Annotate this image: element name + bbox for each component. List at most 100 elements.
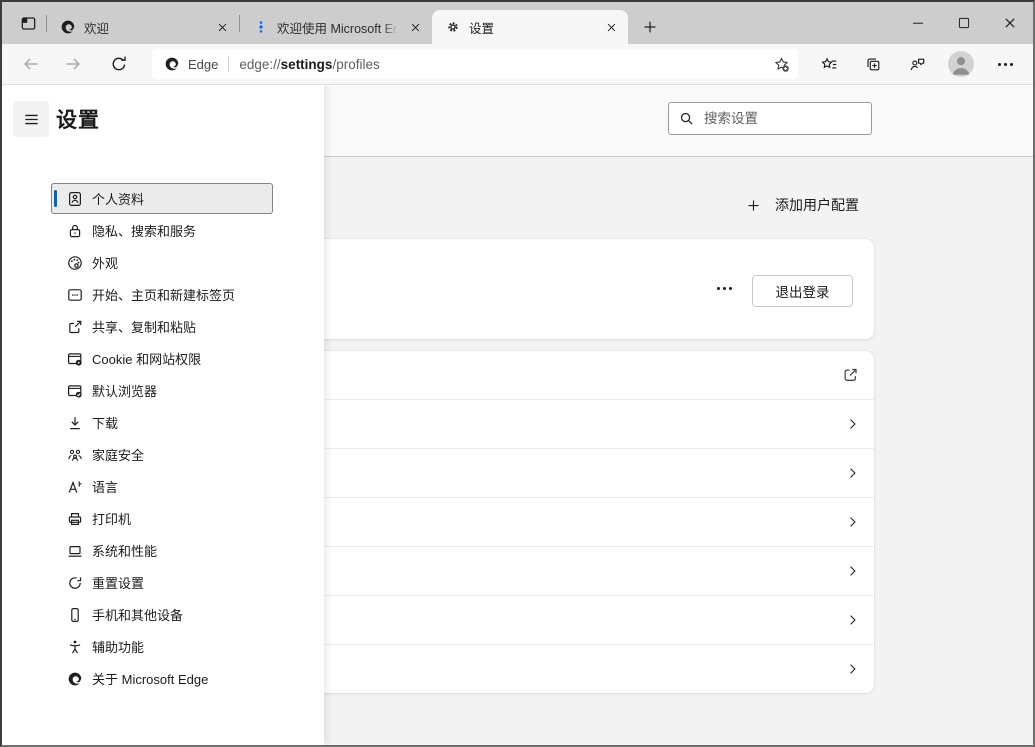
browser-window: 欢迎 欢迎使用 Microsoft Edg 设置 [0, 0, 1035, 747]
blue-dots-icon [253, 19, 269, 35]
collections-button[interactable] [860, 51, 886, 77]
url-text: edge://settings/profiles [239, 57, 764, 72]
tab-title: 欢迎使用 Microsoft Edg [277, 18, 398, 37]
minimize-button[interactable] [895, 2, 941, 44]
settings-search-box[interactable] [668, 102, 872, 135]
favorites-star-icon [821, 56, 838, 73]
search-input[interactable] [704, 111, 881, 126]
settings-menu-button[interactable] [992, 51, 1018, 77]
add-favorite-button[interactable] [764, 49, 798, 79]
printer-icon [67, 511, 83, 527]
sidebar-item-family[interactable]: 家庭安全 [51, 439, 273, 470]
add-profile-label: 添加用户配置 [775, 195, 859, 215]
sidebar-item-profiles[interactable]: 个人资料 [51, 183, 273, 214]
person-chat-icon [909, 56, 926, 73]
settings-row[interactable] [242, 546, 874, 595]
refresh-icon [109, 54, 129, 74]
page-title: 设置 [56, 104, 100, 134]
family-icon [67, 447, 83, 463]
sidebar-item-accessibility[interactable]: 辅助功能 [51, 631, 273, 662]
close-window-button[interactable] [987, 2, 1033, 44]
toolbar-actions [816, 51, 1018, 77]
settings-sidebar: 设置 个人资料 隐私、搜索和服务 外观 开始、主页和新 [2, 85, 324, 745]
search-icon [679, 111, 694, 126]
settings-nav: 个人资料 隐私、搜索和服务 外观 开始、主页和新建标签页 共享、复制和粘贴 [51, 183, 273, 695]
sidebar-item-privacy[interactable]: 隐私、搜索和服务 [51, 215, 273, 246]
sidebar-item-cookies[interactable]: Cookie 和网站权限 [51, 343, 273, 374]
menu-button[interactable] [13, 101, 49, 137]
edge-logo-icon [60, 19, 76, 35]
favorites-button[interactable] [816, 51, 842, 77]
settings-row[interactable] [242, 595, 874, 644]
sign-out-button[interactable]: 退出登录 [752, 275, 853, 307]
laptop-icon [67, 543, 83, 559]
language-icon [67, 479, 83, 495]
tab-settings[interactable]: 设置 [432, 10, 628, 44]
new-tab-button[interactable] [637, 14, 663, 40]
profile-avatar-button[interactable] [948, 51, 974, 77]
close-tab-icon[interactable] [406, 18, 424, 36]
tab-title: 设置 [469, 18, 594, 37]
sidebar-item-languages[interactable]: 语言 [51, 471, 273, 502]
tab-welcome-microsoft-edge[interactable]: 欢迎使用 Microsoft Edg [240, 10, 432, 44]
close-tab-icon[interactable] [213, 18, 231, 36]
settings-page: 添加用户配置 退出登录 [2, 85, 1033, 745]
profile-settings-card [242, 351, 874, 693]
profile-summary-card: 退出登录 [242, 239, 874, 339]
sidebar-item-phone-devices[interactable]: 手机和其他设备 [51, 599, 273, 630]
settings-row[interactable] [242, 399, 874, 448]
edge-logo-icon [67, 671, 83, 687]
tab-welcome[interactable]: 欢迎 [47, 10, 239, 44]
site-badge-label: Edge [188, 57, 218, 72]
maximize-button[interactable] [941, 2, 987, 44]
address-bar-divider [228, 56, 229, 72]
plus-icon [642, 19, 658, 35]
external-link-icon[interactable] [842, 367, 859, 384]
back-button[interactable] [18, 51, 44, 77]
chevron-right-icon [846, 663, 859, 676]
selected-accent-bar [54, 190, 57, 207]
chevron-right-icon [846, 467, 859, 480]
settings-row-sync[interactable] [242, 351, 874, 399]
browser-toolbar: Edge edge://settings/profiles [2, 44, 1033, 85]
cookie-permissions-icon [67, 351, 83, 367]
refresh-button[interactable] [106, 51, 132, 77]
chevron-right-icon [846, 565, 859, 578]
sidebar-item-downloads[interactable]: 下载 [51, 407, 273, 438]
sidebar-item-default-browser[interactable]: 默认浏览器 [51, 375, 273, 406]
palette-icon [67, 255, 83, 271]
sidebar-item-system[interactable]: 系统和性能 [51, 535, 273, 566]
settings-row[interactable] [242, 644, 874, 693]
sidebar-item-printers[interactable]: 打印机 [51, 503, 273, 534]
tab-actions-button[interactable] [13, 8, 43, 38]
settings-row[interactable] [242, 448, 874, 497]
address-bar[interactable]: Edge edge://settings/profiles [152, 49, 798, 79]
back-arrow-icon [21, 54, 41, 74]
hamburger-icon [23, 111, 40, 128]
close-icon [1002, 15, 1018, 31]
sidebar-item-reset[interactable]: 重置设置 [51, 567, 273, 598]
add-profile-button[interactable]: 添加用户配置 [746, 195, 859, 215]
window-controls [895, 2, 1033, 44]
share-icon [67, 319, 83, 335]
edge-logo-icon [164, 56, 180, 72]
tab-strip: 欢迎 欢迎使用 Microsoft Edg 设置 [2, 2, 1033, 44]
phone-icon [67, 607, 83, 623]
sidebar-item-about[interactable]: 关于 Microsoft Edge [51, 663, 273, 694]
profile-badge-icon [67, 191, 83, 207]
forward-button[interactable] [60, 51, 86, 77]
close-tab-icon[interactable] [602, 18, 620, 36]
sidebar-item-share-copy-paste[interactable]: 共享、复制和粘贴 [51, 311, 273, 342]
startpage-icon [67, 287, 83, 303]
collections-icon [865, 56, 882, 73]
more-options-button[interactable] [713, 283, 736, 294]
tab-actions-icon [20, 15, 37, 32]
accessibility-icon [67, 639, 83, 655]
chevron-right-icon [846, 516, 859, 529]
settings-row[interactable] [242, 497, 874, 546]
sidebar-item-startpage[interactable]: 开始、主页和新建标签页 [51, 279, 273, 310]
feedback-button[interactable] [904, 51, 930, 77]
sidebar-item-appearance[interactable]: 外观 [51, 247, 273, 278]
chevron-right-icon [846, 614, 859, 627]
reset-icon [67, 575, 83, 591]
